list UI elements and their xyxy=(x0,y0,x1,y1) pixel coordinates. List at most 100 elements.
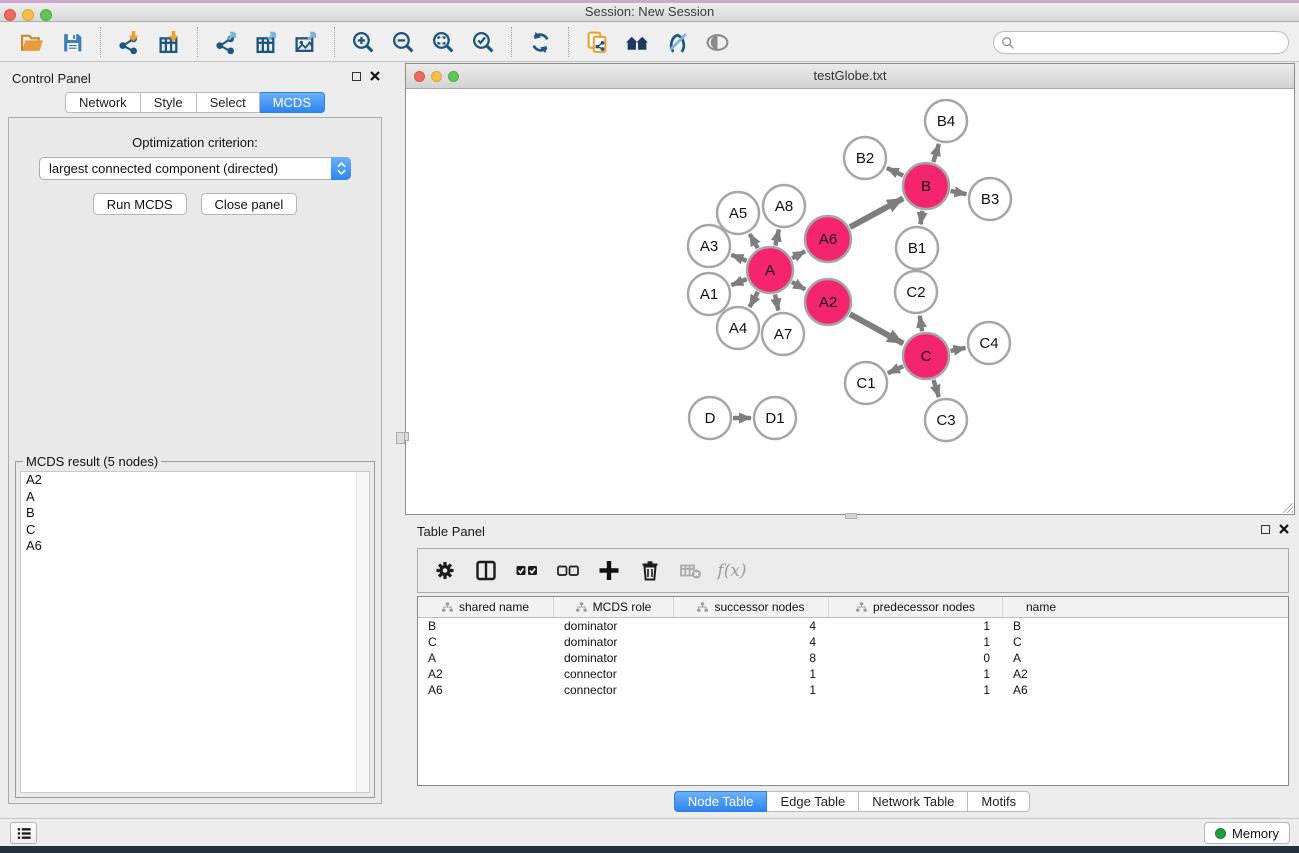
new-column-button[interactable] xyxy=(597,559,621,583)
column-header-shared-name[interactable]: shared name xyxy=(418,597,554,617)
node-A2[interactable]: A2 xyxy=(805,279,851,325)
node-C4[interactable]: C4 xyxy=(968,322,1010,364)
edge-A-A7[interactable] xyxy=(775,294,778,310)
node-A1[interactable]: A1 xyxy=(688,273,730,315)
edge-A6-B[interactable] xyxy=(850,198,903,227)
network-close-button[interactable] xyxy=(414,71,425,82)
float-panel-icon[interactable] xyxy=(352,72,361,81)
import-network-button[interactable] xyxy=(113,27,145,57)
node-B4[interactable]: B4 xyxy=(925,100,967,142)
zoom-selected-button[interactable] xyxy=(467,27,499,57)
edge-A-A1[interactable] xyxy=(731,279,746,285)
edge-A2-C[interactable] xyxy=(850,314,903,343)
hide-graphics-details-button[interactable] xyxy=(661,27,693,57)
node-A[interactable]: A xyxy=(747,247,793,293)
resize-grip-icon[interactable] xyxy=(1280,500,1293,513)
column-header-name[interactable]: name xyxy=(1003,597,1079,617)
search-box[interactable] xyxy=(993,31,1289,54)
import-table-button[interactable] xyxy=(153,27,185,57)
zoom-in-button[interactable] xyxy=(347,27,379,57)
show-columns-button[interactable] xyxy=(474,559,498,583)
node-A6[interactable]: A6 xyxy=(805,216,851,262)
float-table-panel-icon[interactable] xyxy=(1261,525,1270,534)
node-D[interactable]: D xyxy=(689,397,731,439)
edge-A-A5[interactable] xyxy=(750,234,758,248)
node-C1[interactable]: C1 xyxy=(845,362,887,404)
edge-C-C4[interactable] xyxy=(950,348,965,351)
refresh-network-button[interactable] xyxy=(524,27,556,57)
close-panel-button[interactable]: Close panel xyxy=(201,193,298,215)
tab-mcds[interactable]: MCDS xyxy=(260,92,325,113)
table-mode-gear-button[interactable] xyxy=(433,559,457,583)
zoom-out-button[interactable] xyxy=(387,27,419,57)
result-scrollbar[interactable] xyxy=(356,472,369,792)
table-row[interactable]: A2connector11A2 xyxy=(418,666,1288,682)
table-row[interactable]: A6connector11A6 xyxy=(418,682,1288,698)
edge-A-A8[interactable] xyxy=(775,229,779,245)
column-header-MCDS-role[interactable]: MCDS role xyxy=(554,597,674,617)
result-item[interactable]: A6 xyxy=(21,538,369,555)
memory-button[interactable]: Memory xyxy=(1204,822,1290,844)
zoom-window-button[interactable] xyxy=(40,9,52,21)
delete-columns-button[interactable] xyxy=(638,559,662,583)
node-A8[interactable]: A8 xyxy=(763,185,805,227)
tab-motifs[interactable]: Motifs xyxy=(968,791,1030,812)
node-B[interactable]: B xyxy=(903,163,949,209)
column-header-predecessor-nodes[interactable]: predecessor nodes xyxy=(829,597,1003,617)
column-header-successor-nodes[interactable]: successor nodes xyxy=(674,597,829,617)
edge-C-C1[interactable] xyxy=(888,366,903,373)
run-mcds-button[interactable]: Run MCDS xyxy=(93,193,187,215)
export-table-button[interactable] xyxy=(250,27,282,57)
save-session-button[interactable] xyxy=(56,27,88,57)
node-B1[interactable]: B1 xyxy=(896,227,938,269)
node-B2[interactable]: B2 xyxy=(844,137,886,179)
result-item[interactable]: A xyxy=(21,489,369,506)
edge-C-C2[interactable] xyxy=(920,316,922,332)
tab-network[interactable]: Network xyxy=(65,92,141,113)
export-image-button[interactable] xyxy=(290,27,322,57)
home-button[interactable] xyxy=(621,27,653,57)
edge-C-C3[interactable] xyxy=(933,380,938,397)
edge-B-B1[interactable] xyxy=(920,211,922,225)
network-minimize-button[interactable] xyxy=(431,71,442,82)
edge-A-A6[interactable] xyxy=(792,251,805,258)
node-B3[interactable]: B3 xyxy=(969,178,1011,220)
table-row[interactable]: Adominator80A xyxy=(418,650,1288,666)
select-all-rows-button[interactable] xyxy=(515,559,539,583)
node-C[interactable]: C xyxy=(903,333,949,379)
edge-A-A3[interactable] xyxy=(731,255,746,261)
node-C2[interactable]: C2 xyxy=(895,271,937,313)
node-C3[interactable]: C3 xyxy=(925,399,967,441)
search-input[interactable] xyxy=(1015,34,1288,52)
zoom-fit-button[interactable] xyxy=(427,27,459,57)
tab-select[interactable]: Select xyxy=(197,92,260,113)
result-item[interactable]: C xyxy=(21,522,369,539)
edge-B-B2[interactable] xyxy=(887,168,903,176)
tab-node-table[interactable]: Node Table xyxy=(674,791,768,812)
network-canvas[interactable]: B4B2BB3A5A8A6A3B1AC2A1A2A4A7C4CC1C3DD1 xyxy=(406,89,1294,513)
edge-B-B4[interactable] xyxy=(933,144,939,162)
node-A5[interactable]: A5 xyxy=(717,192,759,234)
tab-network-table[interactable]: Network Table xyxy=(859,791,968,812)
close-window-button[interactable] xyxy=(4,9,16,21)
duplicate-network-button[interactable] xyxy=(581,27,613,57)
close-panel-icon[interactable] xyxy=(370,71,380,81)
node-D1[interactable]: D1 xyxy=(754,397,796,439)
table-row[interactable]: Bdominator41B xyxy=(418,618,1288,634)
network-zoom-button[interactable] xyxy=(448,71,459,82)
tab-style[interactable]: Style xyxy=(141,92,197,113)
network-frame-handle[interactable] xyxy=(404,432,409,441)
deselect-all-rows-button[interactable] xyxy=(556,559,580,583)
node-A7[interactable]: A7 xyxy=(762,313,804,355)
network-window-titlebar[interactable]: testGlobe.txt xyxy=(406,64,1294,89)
result-item[interactable]: B xyxy=(21,505,369,522)
edge-A-A2[interactable] xyxy=(792,282,805,289)
export-network-button[interactable] xyxy=(210,27,242,57)
close-table-panel-icon[interactable] xyxy=(1279,524,1289,534)
minimize-window-button[interactable] xyxy=(22,9,34,21)
criterion-dropdown[interactable]: largest connected component (directed) xyxy=(39,157,351,180)
result-item[interactable]: A2 xyxy=(21,472,369,489)
show-hide-panels-button[interactable] xyxy=(701,27,733,57)
edge-B-B3[interactable] xyxy=(950,191,966,194)
task-history-button[interactable] xyxy=(10,822,37,844)
